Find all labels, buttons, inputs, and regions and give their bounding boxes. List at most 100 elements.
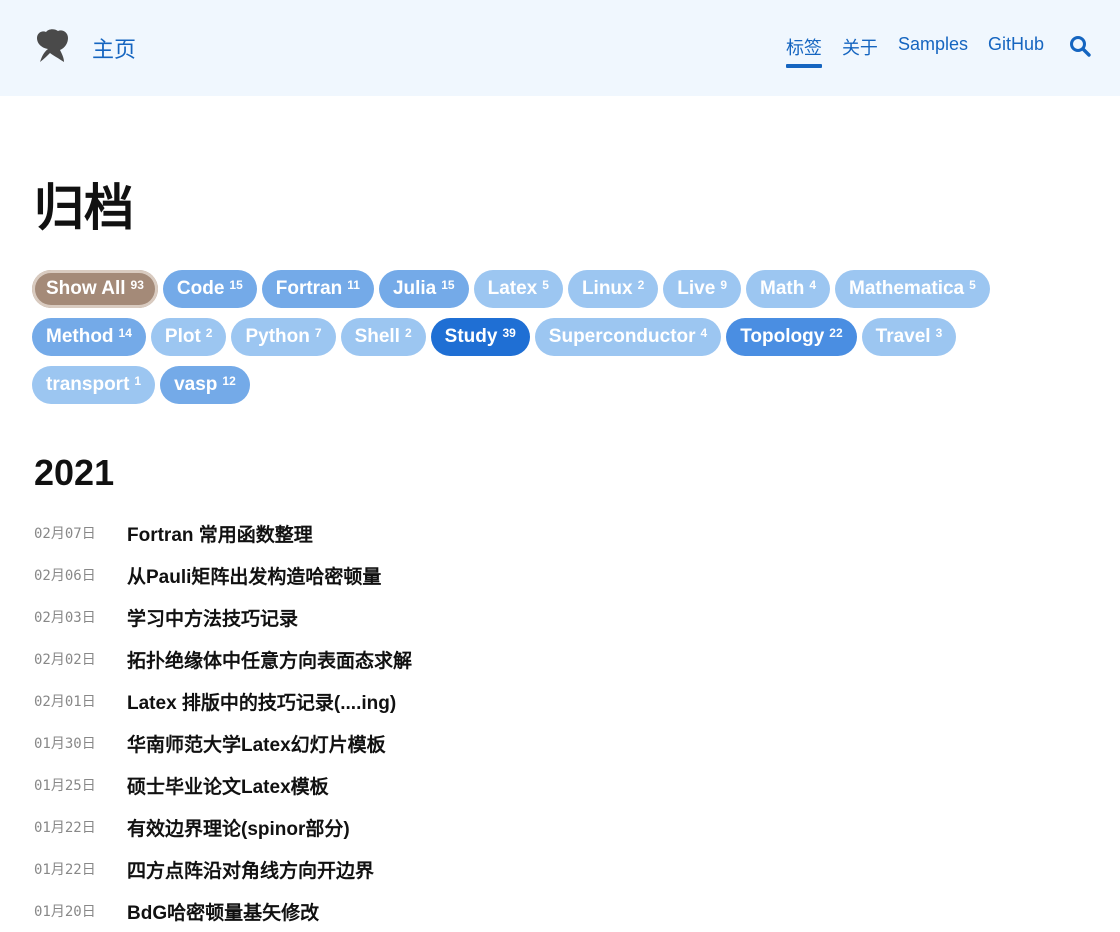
search-icon[interactable] (1068, 34, 1092, 58)
post-date: 01月20日 (34, 904, 96, 920)
post-title-link[interactable]: 四方点阵沿对角线方向开边界 (127, 856, 374, 883)
tag-label: Shell (354, 326, 400, 347)
tag-label: vasp (174, 374, 218, 395)
tag-count: 4 (809, 278, 817, 292)
tag-chip[interactable]: Study 39 (430, 318, 530, 356)
tag-chip[interactable]: Julia 15 (378, 270, 469, 308)
post-row: 02月02日 拓扑绝缘体中任意方向表面态求解 (34, 638, 1034, 680)
tag-count: 93 (130, 278, 144, 292)
post-list: 02月07日 Fortran 常用函数整理 02月06日 从Pauli矩阵出发构造哈密… (34, 512, 1034, 932)
tag-count: 5 (542, 278, 549, 292)
tag-chip[interactable]: Travel 3 (861, 318, 957, 356)
nav-about[interactable]: 关于 (842, 34, 878, 66)
tag-chip[interactable]: Fortran 11 (261, 270, 374, 308)
post-title-link[interactable]: 拓扑绝缘体中任意方向表面态求解 (127, 646, 412, 673)
tag-label: Fortran (275, 278, 343, 299)
tag-label: Study (444, 326, 498, 347)
home-link[interactable]: 主页 (92, 32, 136, 64)
tag-count: 11 (347, 278, 360, 292)
tag-label: Python (245, 326, 310, 347)
tag-count: 1 (134, 374, 142, 388)
tag-label: Latex (487, 278, 538, 299)
tag-label: Method (46, 326, 114, 347)
tag-filter-list: Show All 93 Code 15 Fortran 11 Julia 15 Latex 5 Li… (32, 270, 1022, 404)
tag-count: 9 (720, 278, 728, 292)
tag-chip[interactable]: Show All 93 (32, 270, 158, 308)
post-row: 01月20日 BdG哈密顿量基矢修改 (34, 890, 1034, 932)
tag-count: 2 (205, 326, 213, 340)
post-date: 01月30日 (34, 736, 96, 752)
tag-label: Math (760, 278, 805, 299)
tag-label: Superconductor (548, 326, 696, 347)
page-title: 归档 (34, 179, 134, 237)
post-date: 01月22日 (34, 862, 96, 878)
post-date: 01月22日 (34, 820, 96, 836)
post-title-link[interactable]: 从Pauli矩阵出发构造哈密顿量 (127, 562, 381, 589)
tag-chip[interactable]: vasp 12 (160, 366, 250, 404)
post-row: 02月06日 从Pauli矩阵出发构造哈密顿量 (34, 554, 1034, 596)
tag-chip[interactable]: Topology 22 (726, 318, 857, 356)
tag-count: 5 (969, 278, 976, 292)
post-row: 01月25日 硕士毕业论文Latex模板 (34, 764, 1034, 806)
tag-label: Code (176, 278, 225, 299)
post-row: 01月30日 华南师范大学Latex幻灯片模板 (34, 722, 1034, 764)
tag-count: 3 (935, 326, 943, 340)
post-date: 01月25日 (34, 778, 96, 794)
site-header: 主页 标签 关于 Samples GitHub (0, 0, 1120, 96)
post-date: 02月03日 (34, 610, 96, 626)
post-title-link[interactable]: Latex 排版中的技巧记录(....ing) (127, 688, 396, 715)
tag-chip[interactable]: Linux 2 (567, 270, 659, 308)
tag-chip[interactable]: Latex 5 (473, 270, 563, 308)
post-row: 01月22日 有效边界理论(spinor部分) (34, 806, 1034, 848)
tag-label: Mathematica (849, 278, 965, 299)
tag-count: 7 (314, 326, 322, 340)
tag-label: Live (677, 278, 716, 299)
tag-chip[interactable]: Plot 2 (150, 318, 227, 356)
tag-chip[interactable]: Code 15 (162, 270, 257, 308)
post-title-link[interactable]: 硕士毕业论文Latex模板 (127, 772, 329, 799)
post-title-link[interactable]: Fortran 常用函数整理 (127, 520, 313, 547)
tag-count: 22 (829, 326, 843, 340)
tag-label: Travel (875, 326, 931, 347)
tag-count: 15 (229, 278, 243, 292)
tag-chip[interactable]: Mathematica 5 (835, 270, 990, 308)
tag-chip[interactable]: Superconductor 4 (534, 318, 722, 356)
post-date: 02月06日 (34, 568, 96, 584)
tag-count: 2 (404, 326, 412, 340)
post-title-link[interactable]: 有效边界理论(spinor部分) (127, 814, 350, 841)
tag-chip[interactable]: Method 14 (32, 318, 146, 356)
post-row: 02月03日 学习中方法技巧记录 (34, 596, 1034, 638)
tag-count: 14 (118, 326, 132, 340)
post-title-link[interactable]: BdG哈密顿量基矢修改 (127, 898, 319, 925)
nav-samples[interactable]: Samples (898, 34, 968, 66)
tag-label: Show All (46, 278, 126, 299)
year-heading: 2021 (34, 452, 115, 493)
tag-label: Linux (581, 278, 633, 299)
tag-count: 4 (700, 326, 708, 340)
post-date: 02月01日 (34, 694, 96, 710)
nav-github[interactable]: GitHub (988, 34, 1044, 66)
post-row: 02月07日 Fortran 常用函数整理 (34, 512, 1034, 554)
tag-count: 15 (441, 278, 455, 292)
tag-count: 12 (222, 374, 236, 388)
nav-tags[interactable]: 标签 (785, 34, 822, 68)
post-title-link[interactable]: 学习中方法技巧记录 (127, 604, 298, 631)
tag-label: Julia (392, 278, 437, 299)
post-date: 02月02日 (34, 652, 96, 668)
post-title-link[interactable]: 华南师范大学Latex幻灯片模板 (127, 730, 386, 757)
post-row: 02月01日 Latex 排版中的技巧记录(....ing) (34, 680, 1034, 722)
tag-label: transport (46, 374, 130, 395)
tag-chip[interactable]: Shell 2 (340, 318, 426, 356)
tag-chip[interactable]: Math 4 (746, 270, 831, 308)
main-nav: 标签 关于 Samples GitHub (785, 34, 1044, 68)
ginkgo-leaf-icon[interactable] (34, 28, 70, 64)
post-date: 02月07日 (34, 526, 96, 542)
tag-chip[interactable]: transport 1 (32, 366, 156, 404)
tag-chip[interactable]: Live 9 (663, 270, 742, 308)
tag-count: 39 (502, 326, 516, 340)
tag-label: Plot (164, 326, 201, 347)
tag-chip[interactable]: Python 7 (231, 318, 336, 356)
post-row: 01月22日 四方点阵沿对角线方向开边界 (34, 848, 1034, 890)
tag-count: 2 (637, 278, 645, 292)
tag-label: Topology (740, 326, 825, 347)
